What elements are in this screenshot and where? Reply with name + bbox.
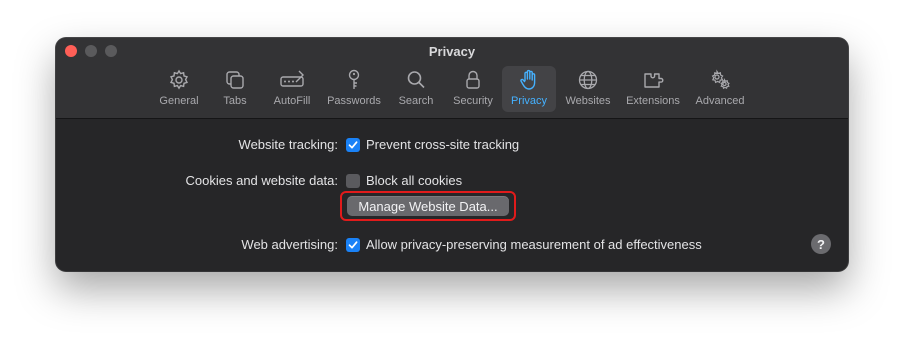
tab-extensions-label: Extensions: [626, 95, 680, 107]
gear-icon: [170, 69, 188, 90]
autofill-icon: [280, 70, 304, 87]
gears-icon: [711, 69, 730, 90]
lock-icon: [466, 70, 480, 89]
tab-extensions[interactable]: Extensions: [622, 66, 684, 112]
prevent-tracking-checkbox[interactable]: [346, 138, 360, 152]
block-cookies-label[interactable]: Block all cookies: [366, 173, 462, 188]
cookies-label: Cookies and website data:: [185, 173, 338, 188]
checkmark-icon: [348, 241, 358, 249]
tab-autofill[interactable]: AutoFill: [268, 66, 316, 112]
key-icon: [348, 69, 360, 89]
ad-measurement-label[interactable]: Allow privacy-preserving measurement of …: [366, 237, 702, 252]
tab-autofill-label: AutoFill: [273, 95, 311, 107]
help-button[interactable]: ?: [811, 234, 831, 254]
tab-security[interactable]: Security: [448, 66, 498, 112]
tab-advanced-label: Advanced: [695, 95, 745, 107]
globe-icon: [578, 70, 598, 90]
preferences-window: Privacy General Tabs AutoFill Passwords …: [56, 38, 848, 271]
puzzle-icon: [644, 73, 664, 88]
tab-tabs[interactable]: Tabs: [214, 66, 256, 112]
tab-search[interactable]: Search: [394, 66, 438, 112]
ad-measurement-checkbox[interactable]: [346, 238, 360, 252]
tabs-icon: [226, 71, 244, 89]
tab-search-label: Search: [398, 95, 434, 107]
tab-privacy[interactable]: Privacy: [502, 66, 556, 112]
tab-advanced[interactable]: Advanced: [692, 66, 748, 112]
tab-general[interactable]: General: [156, 66, 202, 112]
tab-websites[interactable]: Websites: [562, 66, 614, 112]
window-title: Privacy: [428, 44, 476, 59]
tab-passwords[interactable]: Passwords: [324, 66, 384, 112]
tab-security-label: Security: [453, 95, 493, 107]
tab-privacy-label: Privacy: [510, 95, 548, 107]
privacy-pane: Website tracking: Prevent cross-site tra…: [56, 119, 848, 271]
website-tracking-label: Website tracking:: [238, 137, 338, 152]
web-advertising-label: Web advertising:: [241, 237, 338, 252]
checkmark-icon: [348, 141, 358, 149]
hand-icon: [520, 69, 536, 90]
manage-website-data-button[interactable]: Manage Website Data...: [347, 196, 509, 216]
block-cookies-checkbox[interactable]: [346, 174, 360, 188]
tab-tabs-label: Tabs: [223, 95, 247, 107]
tab-passwords-label: Passwords: [327, 95, 381, 107]
tab-websites-label: Websites: [565, 95, 611, 107]
tab-general-label: General: [159, 95, 199, 107]
prevent-tracking-label[interactable]: Prevent cross-site tracking: [366, 137, 519, 152]
toolbar: Privacy General Tabs AutoFill Passwords …: [56, 38, 848, 119]
magnifier-icon: [407, 71, 425, 89]
